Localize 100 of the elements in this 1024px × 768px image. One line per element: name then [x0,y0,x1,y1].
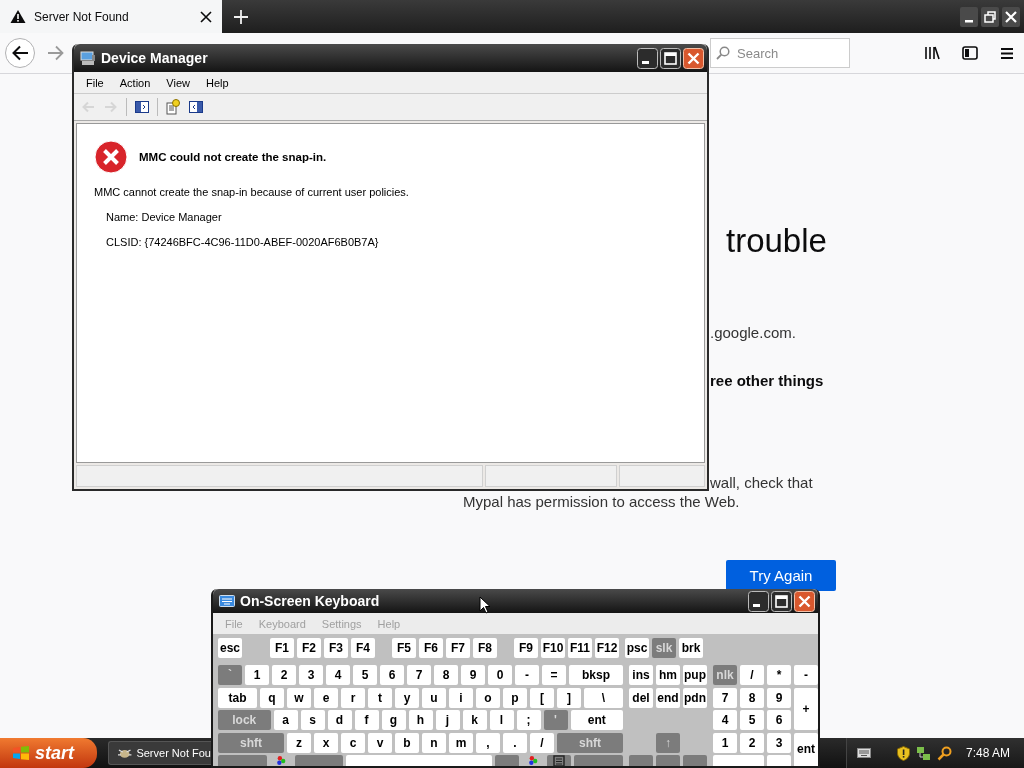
key-button[interactable]: 7 [713,687,737,708]
network-icon[interactable] [915,745,931,761]
maximize-icon[interactable] [771,590,792,612]
key-button[interactable]: 8 [434,665,458,685]
key-button[interactable]: end [656,687,680,708]
key-button[interactable]: 3 [767,732,791,753]
key-button[interactable]: p [503,687,527,708]
key-button[interactable]: s [300,710,325,730]
key-button[interactable]: q [260,687,284,708]
key-button[interactable]: + [794,687,818,730]
key-button[interactable]: . [503,732,527,753]
key-button[interactable]: h [408,710,433,730]
try-again-button[interactable]: Try Again [726,560,836,591]
key-button[interactable]: m [449,732,473,753]
action-pane-icon[interactable] [188,99,204,115]
shield-icon[interactable] [896,745,910,761]
key-button[interactable]: F11 [568,638,592,658]
key-button[interactable]: brk [679,638,703,658]
key-button[interactable]: del [629,687,653,708]
key-button[interactable]: F6 [419,638,443,658]
back-button[interactable] [5,38,35,68]
key-button[interactable]: F3 [324,638,348,658]
taskbar-button[interactable]: Server Not Fou [108,741,211,765]
key-button[interactable]: k [462,710,487,730]
key-button[interactable]: hm [656,665,680,685]
key-button[interactable]: esc [218,638,242,658]
key-button[interactable]: 9 [461,665,485,685]
maximize-icon[interactable] [660,47,681,69]
sidebar-icon[interactable] [962,46,978,60]
key-button[interactable]: F12 [595,638,619,658]
key-button[interactable]: y [395,687,419,708]
key-button[interactable]: pdn [683,687,707,708]
key-button[interactable]: psc [625,638,649,658]
minimize-icon[interactable] [960,6,978,27]
properties-icon[interactable] [165,99,181,115]
key-button[interactable]: x [314,732,338,753]
key-button[interactable]: 0 [488,665,512,685]
key-button[interactable]: i [449,687,473,708]
key-button[interactable]: 2 [272,665,296,685]
key-button[interactable]: 7 [407,665,431,685]
restore-icon[interactable] [981,6,999,27]
key-button[interactable]: 3 [299,665,323,685]
key-button[interactable]: \ [584,687,623,708]
key-button[interactable]: n [422,732,446,753]
key-button[interactable]: ent [794,732,818,766]
key-button[interactable]: w [287,687,311,708]
key-button[interactable]: b [395,732,419,753]
menu-item[interactable]: File [78,76,112,89]
key-button[interactable]: 1 [713,732,737,753]
key-button[interactable]: / [740,665,764,685]
key-button[interactable]: ; [516,710,541,730]
key-button[interactable]: v [368,732,392,753]
key-button[interactable]: F2 [297,638,321,658]
key-button[interactable]: e [314,687,338,708]
key-button[interactable]: F4 [351,638,375,658]
key-button[interactable]: 4 [326,665,350,685]
key-button[interactable]: c [341,732,365,753]
key-button[interactable]: F5 [392,638,416,658]
menu-key[interactable] [547,755,572,766]
key-button[interactable]: F10 [541,638,565,658]
minimize-icon[interactable] [637,47,658,69]
key-button[interactable]: * [767,665,791,685]
key-button[interactable]: F7 [446,638,470,658]
key-button[interactable]: 5 [740,710,764,730]
key-button[interactable]: ins [629,665,653,685]
key-button[interactable]: / [530,732,554,753]
menu-item[interactable]: View [158,76,198,89]
key-button[interactable]: d [327,710,352,730]
keyboard-icon[interactable] [856,748,871,758]
key-button[interactable]: bksp [569,665,623,685]
key-button[interactable]: - [794,665,818,685]
browser-tab[interactable]: Server Not Found [0,0,222,33]
minimize-icon[interactable] [748,590,769,612]
menu-icon[interactable] [1000,46,1014,60]
key-button[interactable]: [ [530,687,554,708]
key-button[interactable]: 6 [380,665,404,685]
key-button[interactable]: , [476,732,500,753]
key-button[interactable]: 9 [767,687,791,708]
search-field[interactable]: Search [710,38,850,68]
key-button[interactable]: j [435,710,460,730]
key-button[interactable]: F1 [270,638,294,658]
key-button[interactable]: 8 [740,687,764,708]
key-button[interactable]: F9 [514,638,538,658]
key-button[interactable]: z [287,732,311,753]
key-button[interactable]: l [489,710,514,730]
start-button[interactable]: start [0,738,97,768]
key-button[interactable]: tab [218,687,257,708]
key-button[interactable]: 4 [713,710,737,730]
key-button[interactable]: o [476,687,500,708]
key-button[interactable]: pup [683,665,707,685]
key-button[interactable]: - [515,665,539,685]
key-button[interactable]: 2 [740,732,764,753]
forward-icon[interactable] [47,45,65,61]
key-button[interactable]: ent [570,710,623,730]
close-icon[interactable] [1002,6,1020,27]
library-icon[interactable] [924,45,940,61]
key-button[interactable]: 1 [245,665,269,685]
key-button[interactable]: t [368,687,392,708]
key-button[interactable]: F8 [473,638,497,658]
close-icon[interactable] [200,10,212,23]
